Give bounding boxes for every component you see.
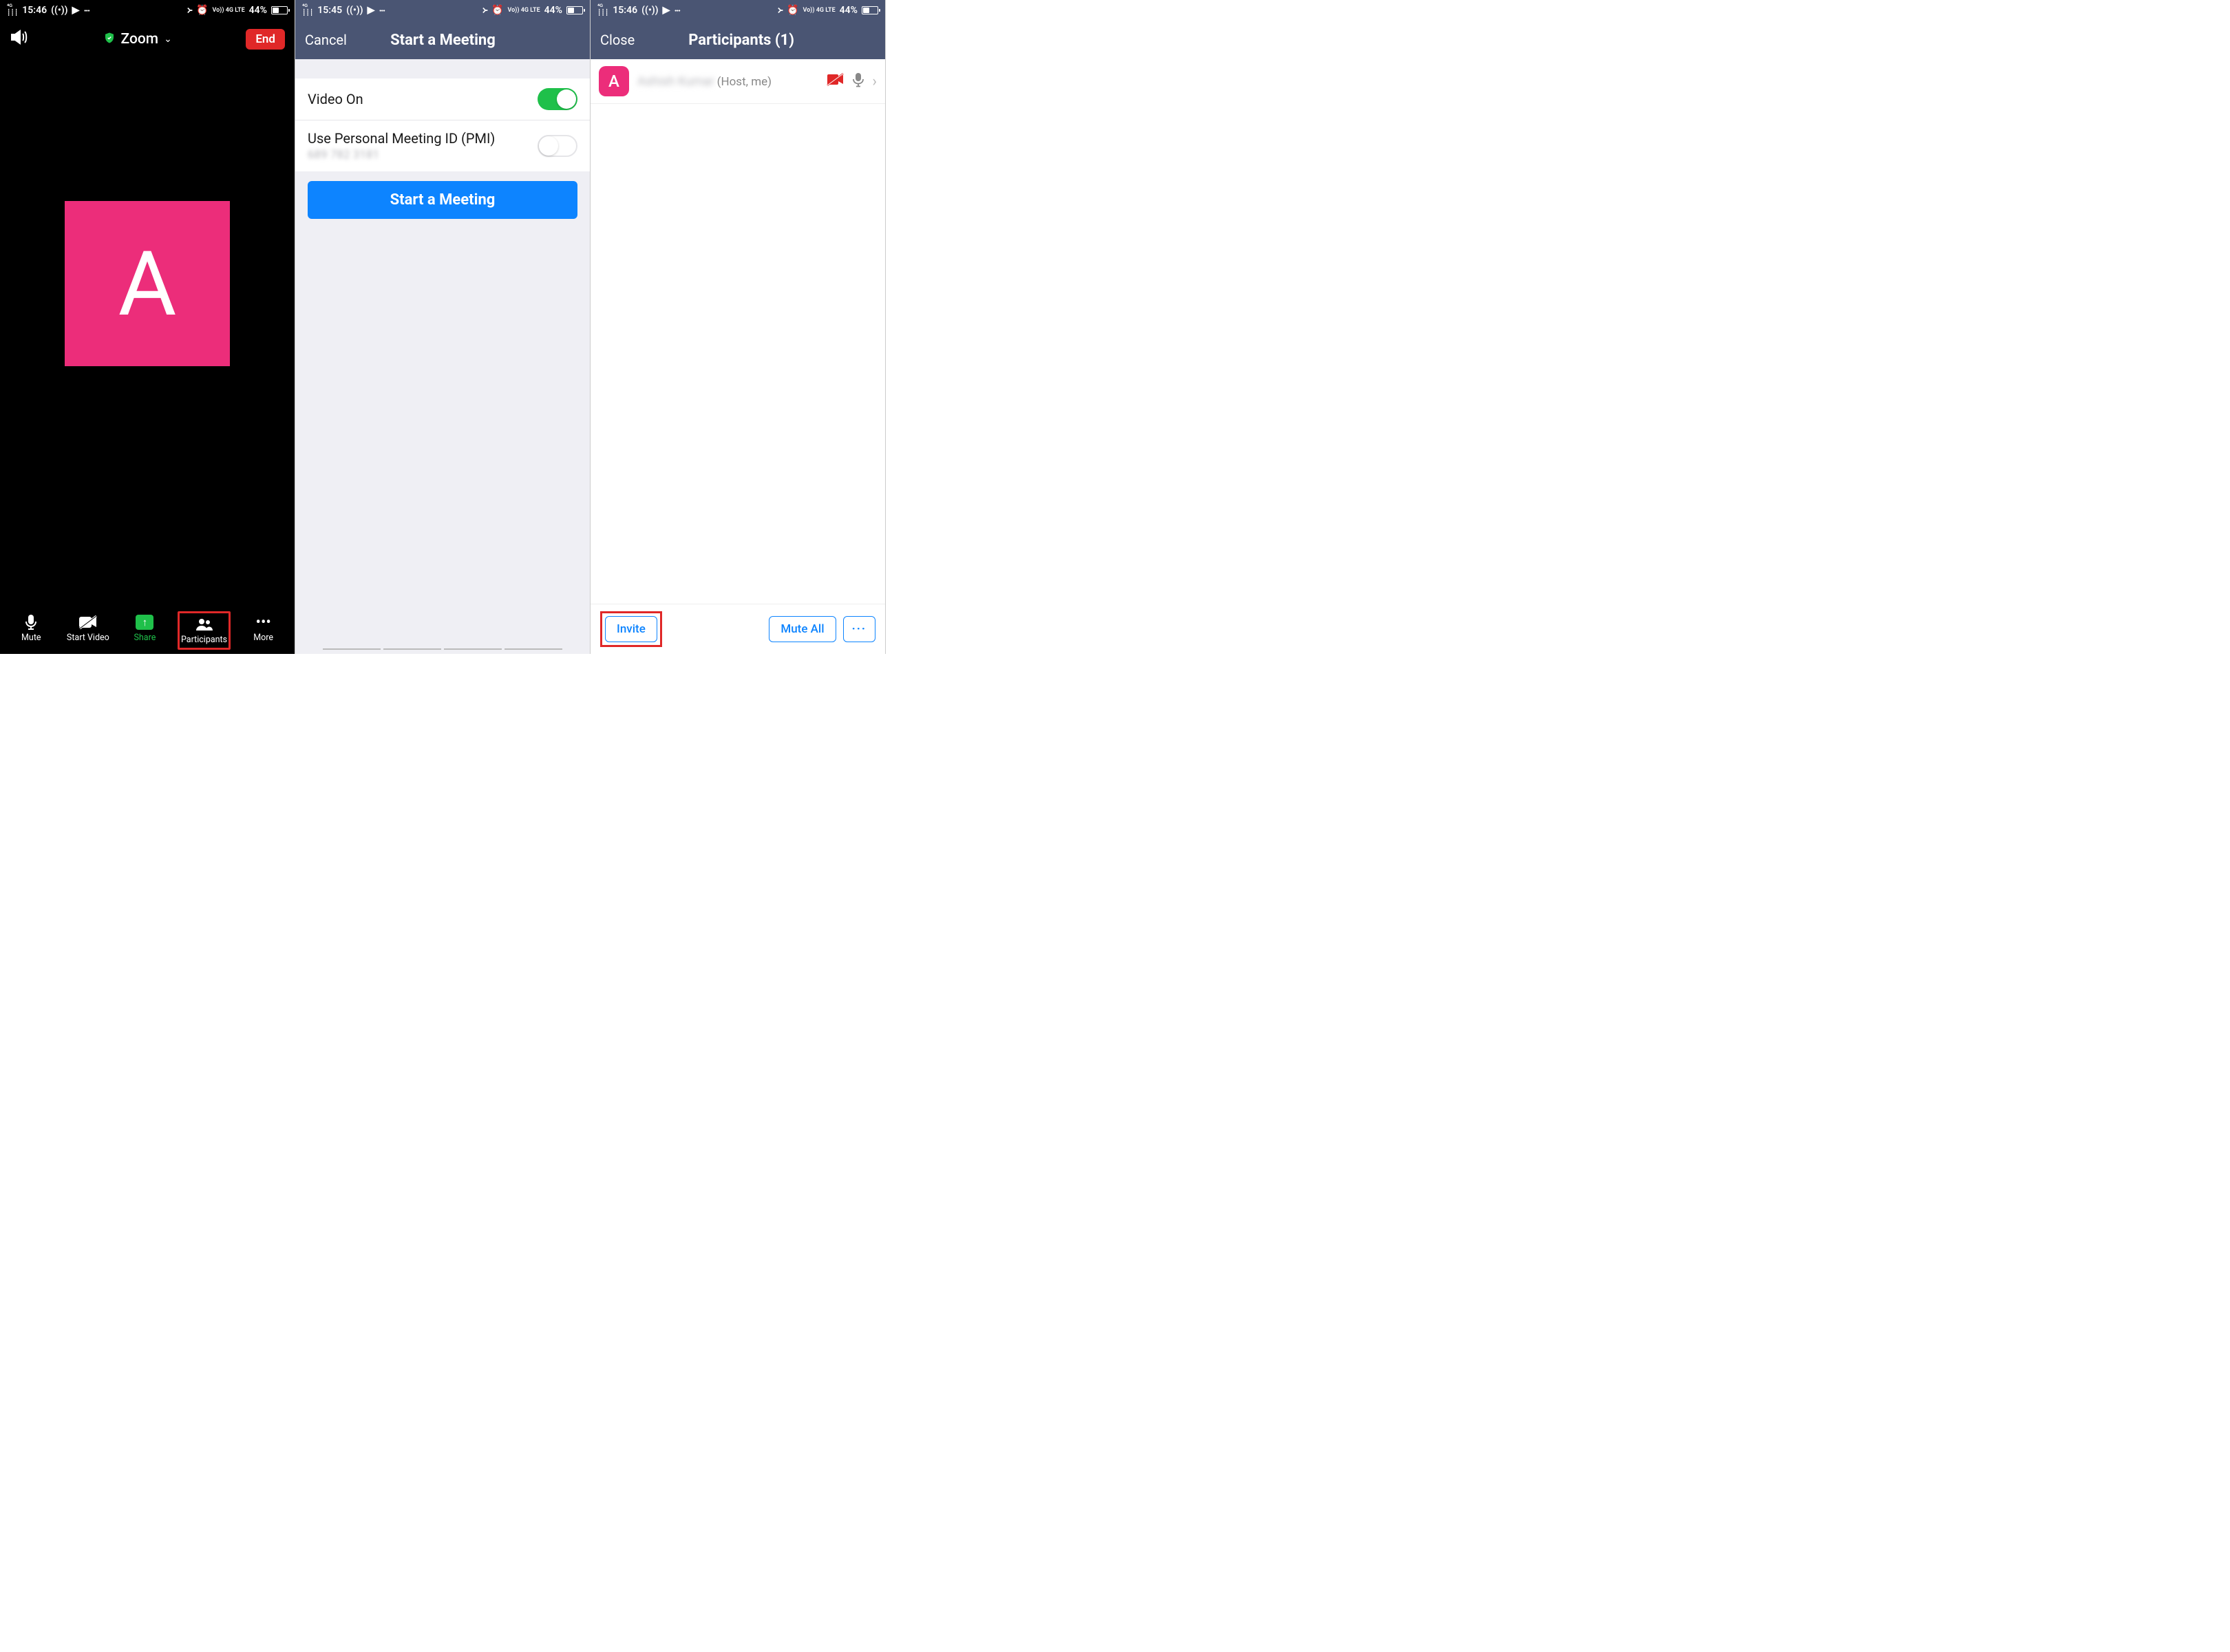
bluetooth-icon: ᚛ bbox=[778, 5, 783, 16]
bluetooth-icon: ᚛ bbox=[187, 5, 192, 16]
status-time: 15:46 bbox=[22, 5, 47, 16]
youtube-icon: ▶ bbox=[663, 5, 670, 16]
lte-icon: Vo)) 4G LTE bbox=[507, 8, 540, 14]
participants-screen: ⁴ᴳ┊┊┊ 15:46 ((•)) ▶ ··· ᚛ ⏰ Vo)) 4G LTE … bbox=[591, 0, 886, 654]
participants-button[interactable]: Participants bbox=[178, 611, 231, 650]
status-bar: ⁴ᴳ┊┊┊ 15:45 ((•)) ▶ ··· ᚛ ⏰ Vo)) 4G LTE … bbox=[295, 0, 590, 21]
chevron-right-icon: › bbox=[872, 73, 877, 90]
lte-icon: Vo)) 4G LTE bbox=[212, 8, 244, 14]
youtube-icon: ▶ bbox=[72, 5, 80, 16]
battery-text: 44% bbox=[544, 5, 562, 16]
participants-header: Close Participants (1) bbox=[591, 21, 885, 59]
start-video-button[interactable]: Start Video bbox=[64, 611, 112, 650]
more-status-icon: ··· bbox=[379, 4, 384, 17]
video-on-row: Video On bbox=[295, 78, 590, 120]
meeting-header: Zoom ⌄ End bbox=[0, 21, 295, 58]
pmi-toggle[interactable] bbox=[538, 135, 577, 157]
more-icon: ••• bbox=[256, 614, 271, 631]
invite-button[interactable]: Invite bbox=[605, 616, 657, 642]
pmi-value: 689 782 3181 bbox=[308, 148, 495, 162]
shield-icon bbox=[103, 32, 116, 47]
speaker-icon[interactable] bbox=[10, 29, 29, 50]
mute-button[interactable]: Mute bbox=[7, 611, 55, 650]
page-title: Participants (1) bbox=[607, 32, 875, 49]
status-bar: ⁴ᴳ┊┊┊ 15:46 ((•)) ▶ ··· ᚛ ⏰ Vo)) 4G LTE … bbox=[591, 0, 885, 21]
battery-icon bbox=[271, 6, 288, 14]
signal-icon: ⁴ᴳ┊┊┊ bbox=[302, 4, 313, 17]
battery-icon bbox=[566, 6, 583, 14]
more-options-button[interactable]: ··· bbox=[843, 616, 875, 642]
alarm-icon: ⏰ bbox=[787, 5, 798, 16]
battery-text: 44% bbox=[840, 5, 858, 16]
alarm-icon: ⏰ bbox=[196, 5, 208, 16]
share-label: Share bbox=[134, 633, 156, 643]
app-title: Zoom bbox=[121, 31, 159, 47]
invite-highlight: Invite bbox=[600, 611, 662, 647]
meeting-video-area: A bbox=[0, 58, 295, 606]
mic-icon bbox=[853, 72, 864, 90]
participants-label: Participants bbox=[181, 635, 227, 645]
mic-icon bbox=[24, 614, 38, 631]
meeting-toolbar: Mute Start Video ↑ Share Participants ••… bbox=[0, 606, 295, 654]
lte-icon: Vo)) 4G LTE bbox=[803, 8, 835, 14]
wifi-icon: ((•)) bbox=[51, 5, 68, 16]
participant-avatar-large: A bbox=[65, 201, 230, 366]
video-on-label: Video On bbox=[308, 91, 363, 107]
participants-icon bbox=[195, 616, 214, 633]
share-icon: ↑ bbox=[136, 614, 153, 631]
start-meeting-screen: ⁴ᴳ┊┊┊ 15:45 ((•)) ▶ ··· ᚛ ⏰ Vo)) 4G LTE … bbox=[295, 0, 591, 654]
signal-icon: ⁴ᴳ┊┊┊ bbox=[597, 4, 608, 17]
battery-text: 44% bbox=[249, 5, 267, 16]
battery-icon bbox=[862, 6, 878, 14]
pmi-row: Use Personal Meeting ID (PMI) 689 782 31… bbox=[295, 120, 590, 171]
page-title: Start a Meeting bbox=[306, 32, 580, 49]
zoom-meeting-screen: ⁴ᴳ┊┊┊ 15:46 ((•)) ▶ ··· ᚛ ⏰ Vo)) 4G LTE … bbox=[0, 0, 295, 654]
start-meeting-button[interactable]: Start a Meeting bbox=[308, 181, 577, 219]
video-off-icon bbox=[827, 73, 845, 89]
end-button[interactable]: End bbox=[246, 29, 285, 50]
youtube-icon: ▶ bbox=[368, 5, 375, 16]
wifi-icon: ((•)) bbox=[641, 5, 659, 16]
participant-avatar: A bbox=[599, 66, 629, 96]
start-video-label: Start Video bbox=[67, 633, 109, 643]
status-time: 15:45 bbox=[317, 5, 342, 16]
more-button[interactable]: ••• More bbox=[240, 611, 288, 650]
share-button[interactable]: ↑ Share bbox=[120, 611, 169, 650]
status-bar: ⁴ᴳ┊┊┊ 15:46 ((•)) ▶ ··· ᚛ ⏰ Vo)) 4G LTE … bbox=[0, 0, 295, 21]
pmi-label: Use Personal Meeting ID (PMI) bbox=[308, 130, 495, 147]
participant-role: (Host, me) bbox=[717, 75, 772, 89]
video-on-toggle[interactable] bbox=[538, 88, 577, 110]
participant-name: Ashish Kumar bbox=[637, 74, 714, 89]
meeting-settings: Video On Use Personal Meeting ID (PMI) 6… bbox=[295, 78, 590, 171]
mute-all-button[interactable]: Mute All bbox=[769, 616, 836, 642]
bluetooth-icon: ᚛ bbox=[482, 5, 487, 16]
participants-footer: Invite Mute All ··· bbox=[591, 604, 885, 654]
start-meeting-header: Cancel Start a Meeting bbox=[295, 21, 590, 59]
mute-label: Mute bbox=[21, 633, 41, 643]
meeting-title-dropdown[interactable]: Zoom ⌄ bbox=[103, 31, 172, 47]
wifi-icon: ((•)) bbox=[346, 5, 363, 16]
more-status-icon: ··· bbox=[83, 4, 89, 17]
nav-indicator bbox=[295, 648, 590, 654]
alarm-icon: ⏰ bbox=[491, 5, 503, 16]
video-off-icon bbox=[78, 614, 98, 631]
participant-row[interactable]: A Ashish Kumar (Host, me) › bbox=[591, 59, 885, 104]
more-status-icon: ··· bbox=[674, 4, 679, 17]
more-label: More bbox=[253, 633, 273, 643]
status-time: 15:46 bbox=[613, 5, 637, 16]
chevron-down-icon: ⌄ bbox=[164, 34, 172, 45]
signal-icon: ⁴ᴳ┊┊┊ bbox=[7, 4, 18, 17]
